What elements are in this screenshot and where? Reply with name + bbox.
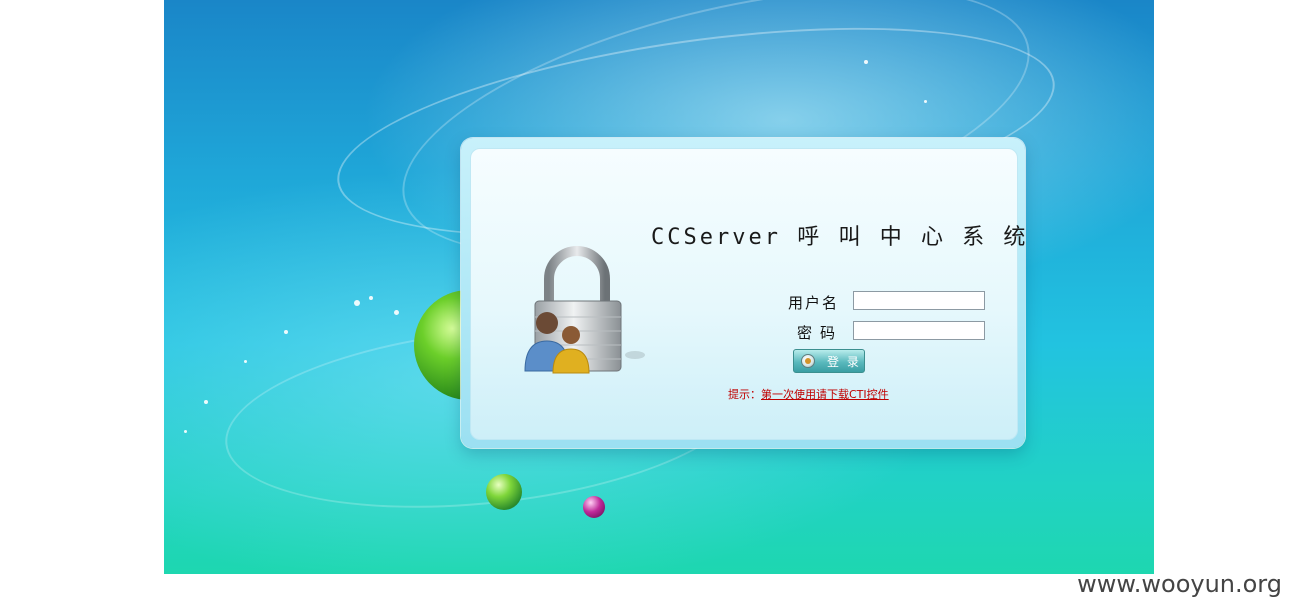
padlock-users-icon xyxy=(524,246,645,374)
username-input[interactable] xyxy=(853,291,985,310)
password-input[interactable] xyxy=(853,321,985,340)
background-sparkle xyxy=(284,330,288,334)
login-panel-body: CCServer 呼 叫 中 心 系 统 用户名 密码 登 录 提示：第一次使用… xyxy=(470,148,1029,440)
background-sparkle xyxy=(369,296,373,300)
login-icon xyxy=(801,354,815,368)
hint-message: 提示：第一次使用请下载CTI控件 xyxy=(728,386,889,402)
background-sparkle xyxy=(394,310,399,315)
page-title: CCServer 呼 叫 中 心 系 统 xyxy=(651,225,1029,250)
login-button[interactable]: 登 录 xyxy=(793,349,865,373)
password-label: 密码 xyxy=(797,324,844,342)
decorative-purple-orb xyxy=(583,496,605,518)
hint-prefix: 提示： xyxy=(728,388,761,401)
background-sparkle xyxy=(204,400,208,404)
background-sparkle xyxy=(184,430,187,433)
background-sparkle xyxy=(924,100,927,103)
background-sparkle xyxy=(354,300,360,306)
download-cti-link[interactable]: 第一次使用请下载CTI控件 xyxy=(761,388,889,401)
login-panel: CCServer 呼 叫 中 心 系 统 用户名 密码 登 录 提示：第一次使用… xyxy=(461,138,1025,448)
background-sparkle xyxy=(864,60,868,64)
username-label: 用户名 xyxy=(788,294,840,312)
watermark-text: www.wooyun.org xyxy=(1077,570,1282,598)
login-button-label: 登 录 xyxy=(827,355,861,369)
background-sparkle xyxy=(244,360,247,363)
decorative-small-orb xyxy=(486,474,522,510)
login-background: CCServer 呼 叫 中 心 系 统 用户名 密码 登 录 提示：第一次使用… xyxy=(164,0,1154,574)
